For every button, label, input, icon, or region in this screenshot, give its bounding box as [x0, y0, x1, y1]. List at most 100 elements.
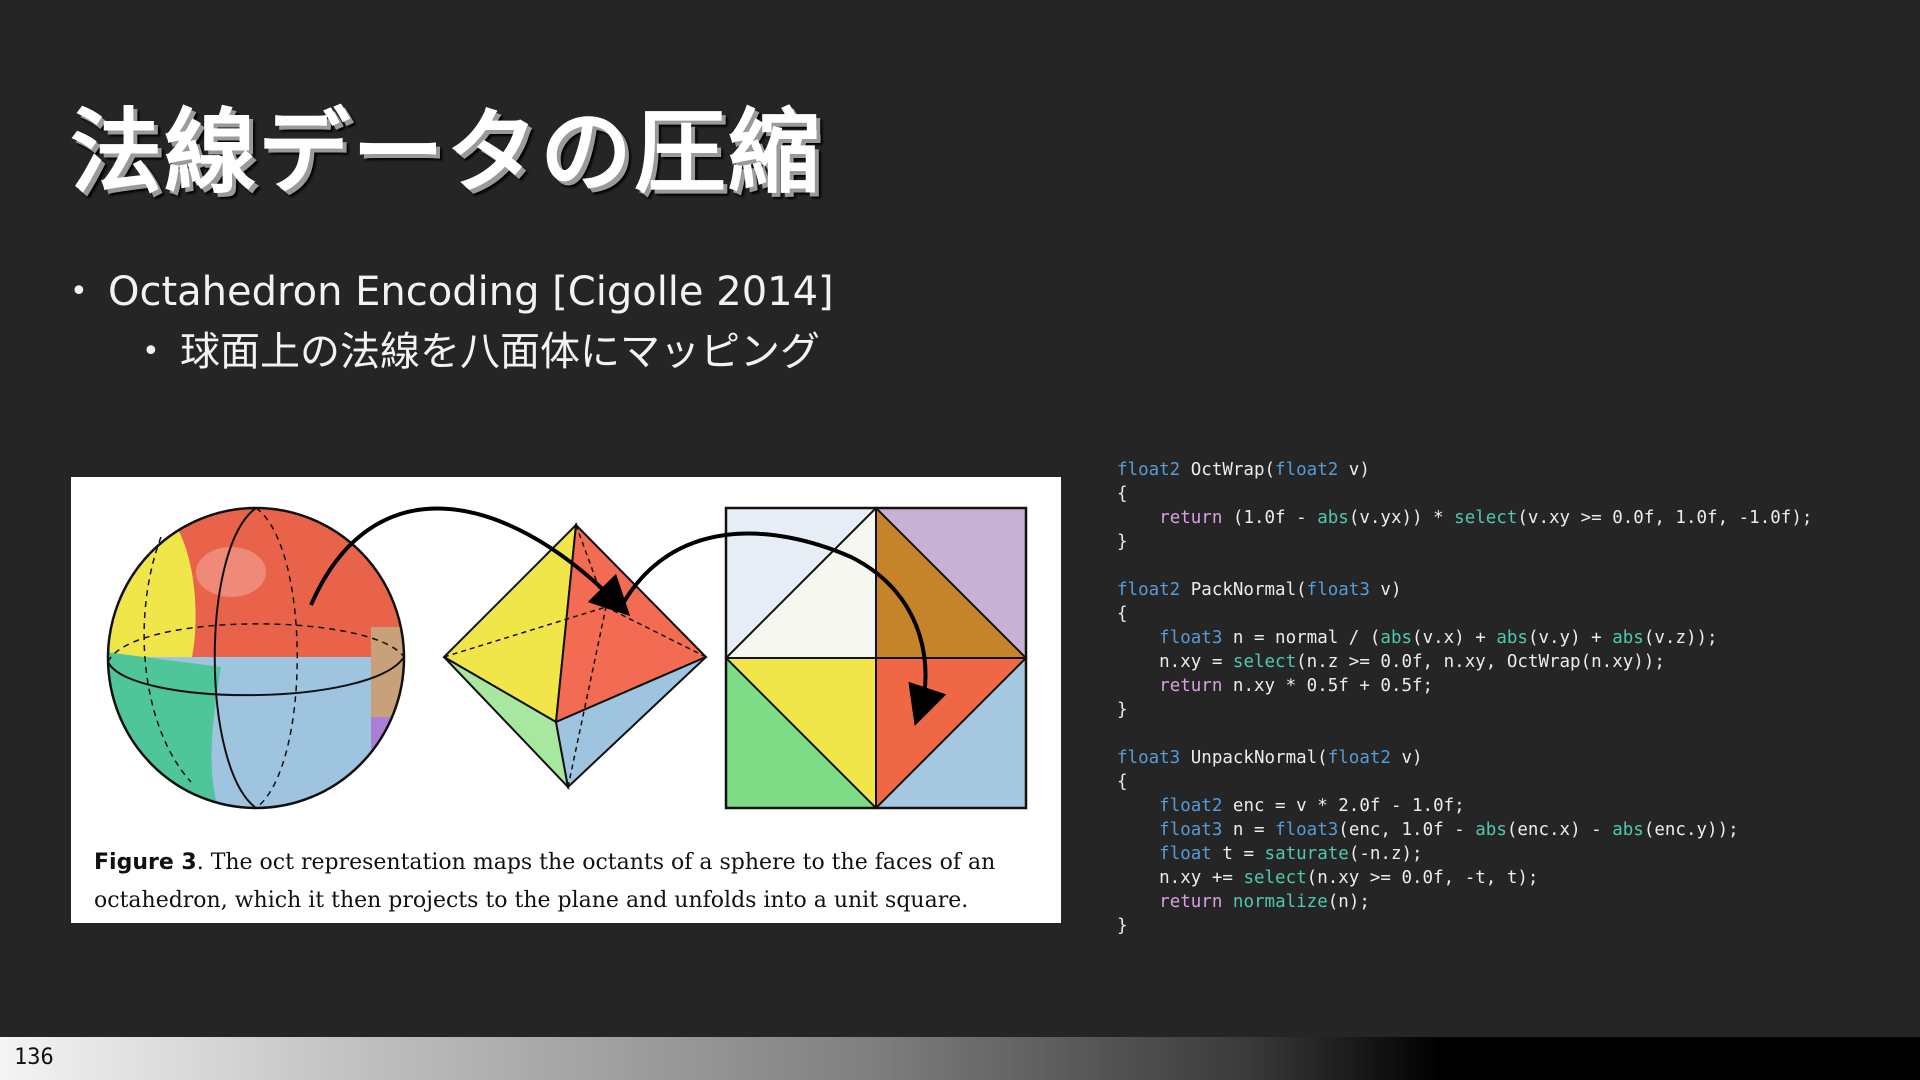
code-token: float3: [1159, 820, 1223, 840]
code-token: n.xy * 0.5f + 0.5f;: [1222, 676, 1434, 696]
code-line: }: [1117, 698, 1812, 722]
code-block: float2 OctWrap(float2 v){ return (1.0f -…: [1117, 458, 1812, 938]
sphere-shape: [108, 508, 404, 808]
code-token: v): [1369, 580, 1402, 600]
figure-image: Figure 3. The oct representation maps th…: [71, 477, 1061, 923]
code-token: UnpackNormal(: [1180, 748, 1328, 768]
code-token: select: [1243, 868, 1307, 888]
code-token: (1.0f -: [1222, 508, 1318, 528]
code-token: (enc.y));: [1643, 820, 1739, 840]
code-line: float3 n = normal / (abs(v.x) + abs(v.y)…: [1117, 626, 1812, 650]
figure-label: Figure 3: [94, 850, 197, 875]
bullet-dot-icon: •: [142, 334, 160, 369]
code-line: float3 UnpackNormal(float2 v): [1117, 746, 1812, 770]
code-token: }: [1117, 532, 1128, 552]
code-token: (enc.x) -: [1506, 820, 1613, 840]
code-token: float3: [1306, 580, 1370, 600]
code-token: return: [1159, 508, 1223, 528]
code-token: saturate: [1264, 844, 1349, 864]
code-token: v): [1338, 460, 1370, 480]
code-token: normalize: [1232, 892, 1328, 912]
code-token: float2: [1327, 748, 1391, 768]
code-token: }: [1117, 916, 1128, 936]
code-token: abs: [1612, 820, 1644, 840]
code-token: abs: [1380, 628, 1413, 648]
code-token: float3: [1275, 820, 1339, 840]
code-token: (v.yx)) *: [1348, 508, 1455, 528]
code-token: n.xy +=: [1117, 868, 1244, 888]
unit-square-shape: [724, 506, 1028, 810]
code-token: float2: [1159, 796, 1223, 816]
code-line: }: [1117, 914, 1812, 938]
code-token: (n);: [1327, 892, 1370, 912]
page-number: 136: [14, 1045, 54, 1070]
bullet-text: Octahedron Encoding [Cigolle 2014]: [108, 269, 834, 315]
code-token: t =: [1211, 844, 1265, 864]
code-token: n = normal / (: [1222, 628, 1381, 648]
code-line: n.xy += select(n.xy >= 0.0f, -t, t);: [1117, 866, 1812, 890]
code-token: (enc, 1.0f -: [1338, 820, 1476, 840]
code-token: float3: [1159, 628, 1223, 648]
code-line: return (1.0f - abs(v.yx)) * select(v.xy …: [1117, 506, 1812, 530]
sub-bullet-text: 球面上の法線を八面体にマッピング: [180, 329, 820, 375]
code-token: }: [1117, 700, 1128, 720]
code-token: float3: [1117, 748, 1181, 768]
code-token: (n.xy >= 0.0f, -t, t);: [1306, 868, 1539, 888]
code-token: select: [1232, 652, 1297, 672]
code-token: abs: [1317, 508, 1349, 528]
code-token: n =: [1222, 820, 1276, 840]
code-line: float2 enc = v * 2.0f - 1.0f;: [1117, 794, 1812, 818]
code-token: {: [1117, 772, 1128, 792]
figure-caption-text: . The oct representation maps the octant…: [94, 850, 996, 913]
code-line: }: [1117, 530, 1812, 554]
code-token: abs: [1612, 628, 1644, 648]
bullet-dot-icon: •: [70, 274, 88, 309]
code-line: return n.xy * 0.5f + 0.5f;: [1117, 674, 1812, 698]
footer-bar: 136: [0, 1037, 1920, 1080]
code-line: {: [1117, 602, 1812, 626]
slide-title: 法線データの圧縮: [70, 99, 823, 206]
code-token: return: [1159, 892, 1223, 912]
code-token: (v.y) +: [1527, 628, 1613, 648]
code-token: (n.z >= 0.0f, n.xy, OctWrap(n.xy));: [1296, 652, 1665, 672]
sub-bullet-item: • 球面上の法線を八面体にマッピング: [142, 322, 834, 382]
code-token: (v.x) +: [1412, 628, 1497, 648]
code-token: n.xy =: [1117, 652, 1233, 672]
code-line: return normalize(n);: [1117, 890, 1812, 914]
code-token: (v.xy >= 0.0f, 1.0f, -1.0f);: [1517, 508, 1813, 528]
bullet-item: • Octahedron Encoding [Cigolle 2014]: [70, 262, 834, 322]
code-token: {: [1117, 484, 1128, 504]
code-token: float: [1159, 844, 1212, 864]
code-token: (v.z));: [1643, 628, 1718, 648]
code-token: OctWrap(: [1180, 460, 1276, 480]
code-token: return: [1159, 676, 1223, 696]
code-token: float2: [1117, 580, 1181, 600]
code-token: abs: [1496, 628, 1528, 648]
figure-caption: Figure 3. The oct representation maps th…: [94, 844, 1044, 920]
code-token: enc = v * 2.0f - 1.0f;: [1222, 796, 1465, 816]
bullet-list: • Octahedron Encoding [Cigolle 2014] • 球…: [70, 262, 834, 382]
code-token: PackNormal(: [1180, 580, 1307, 600]
code-line: {: [1117, 770, 1812, 794]
code-line: float t = saturate(-n.z);: [1117, 842, 1812, 866]
code-token: (-n.z);: [1348, 844, 1423, 864]
code-token: abs: [1475, 820, 1507, 840]
code-token: float2: [1117, 460, 1181, 480]
code-line: float2 OctWrap(float2 v): [1117, 458, 1812, 482]
code-line: float3 n = float3(enc, 1.0f - abs(enc.x)…: [1117, 818, 1812, 842]
code-token: {: [1117, 604, 1128, 624]
code-token: select: [1454, 508, 1518, 528]
code-token: v): [1390, 748, 1423, 768]
code-line: float2 PackNormal(float3 v): [1117, 578, 1812, 602]
code-token: float2: [1275, 460, 1339, 480]
